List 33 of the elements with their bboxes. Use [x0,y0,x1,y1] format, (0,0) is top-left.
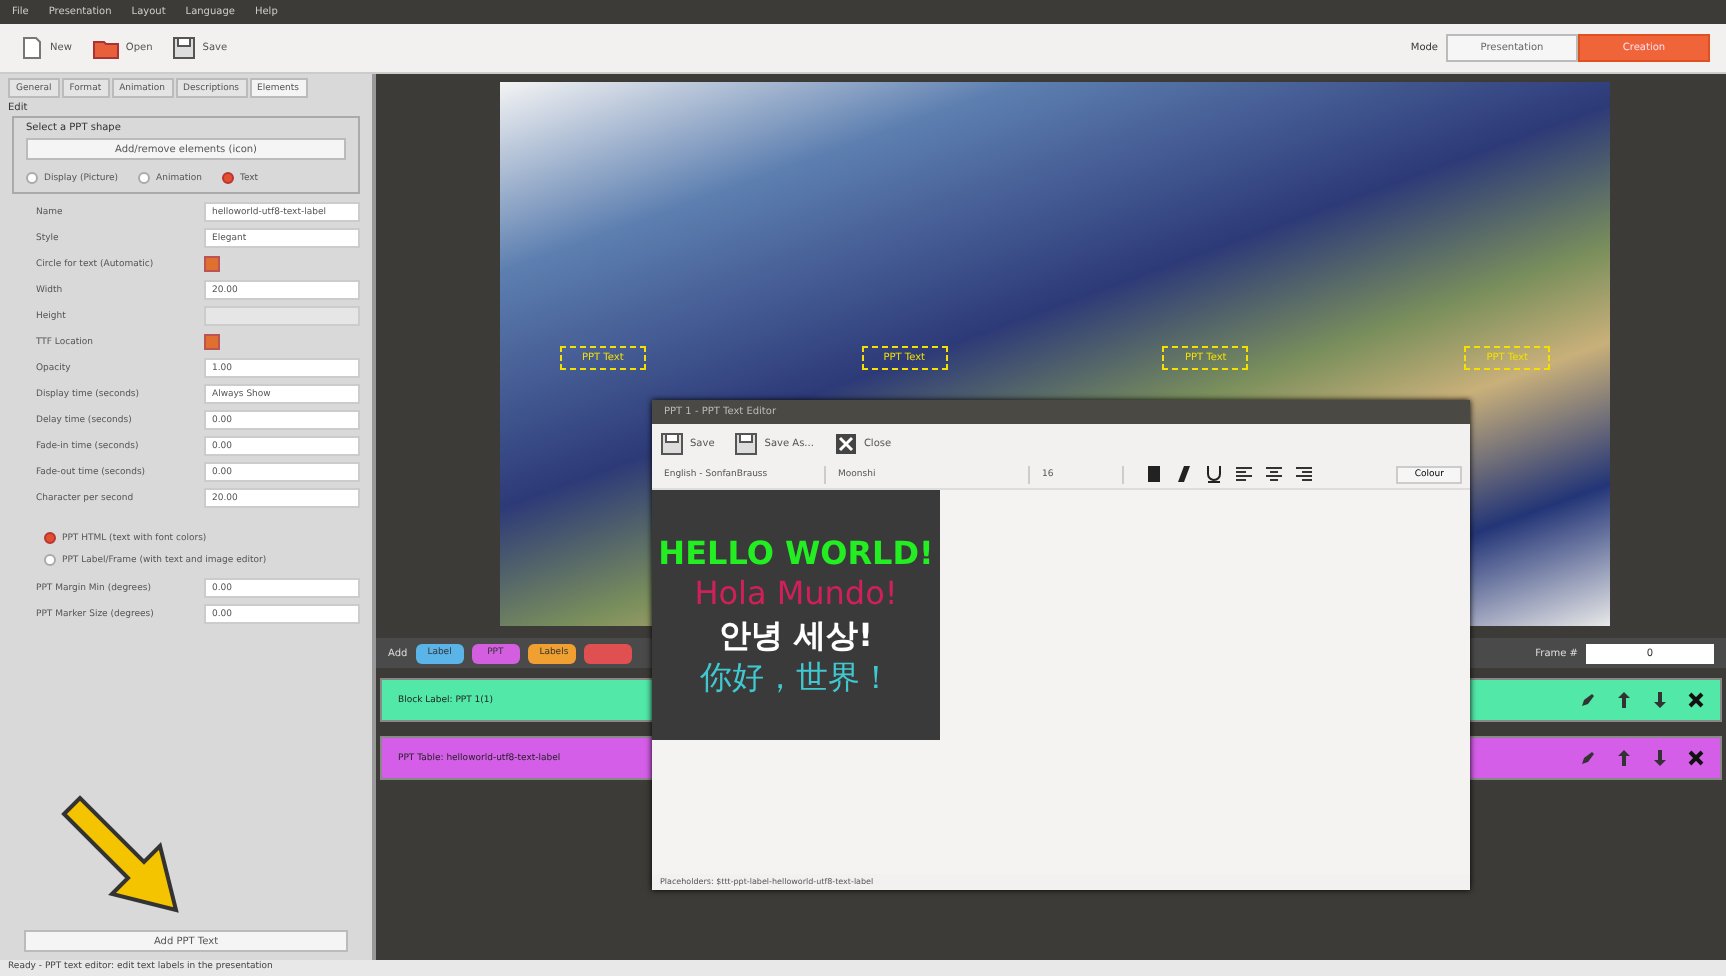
text-editor-area[interactable]: HELLO WORLD! Hola Mundo! 안녕 세상! 你好，世界！ [652,488,1470,874]
underline-icon[interactable] [1204,464,1224,484]
edit-icon[interactable] [1580,750,1596,766]
folder-icon [91,36,120,60]
delete-icon[interactable] [1688,750,1704,766]
align-right-icon[interactable] [1294,464,1314,484]
down-arrow-icon[interactable] [1652,750,1668,766]
document-icon [20,36,44,60]
preview-text: 안녕 세상! [719,618,873,654]
align-center-icon[interactable] [1264,464,1284,484]
add-element-button[interactable] [583,643,632,663]
pointer-arrow-icon [56,790,184,918]
radio-dot[interactable] [44,532,56,544]
delete-icon[interactable] [1688,692,1704,708]
preview-text: Hola Mundo! [694,576,898,612]
up-arrow-icon[interactable] [1616,750,1632,766]
close-icon [833,432,858,456]
italic-icon[interactable] [1174,464,1194,484]
preview-text: HELLO WORLD! [658,535,934,571]
radio-dot[interactable] [44,554,56,566]
up-arrow-icon[interactable] [1616,692,1632,708]
save-icon [660,432,684,456]
checkbox[interactable] [204,256,220,272]
radio-dot[interactable] [26,172,38,184]
down-arrow-icon[interactable] [1652,692,1668,708]
checkbox[interactable] [204,334,220,350]
preview-text: 你好，世界！ [700,659,892,695]
radio-dot[interactable] [138,172,151,184]
save-icon [734,432,759,456]
radio-dot[interactable] [221,172,234,184]
align-left-icon[interactable] [1234,464,1254,484]
edit-icon[interactable] [1580,692,1596,708]
save-icon [172,36,197,60]
